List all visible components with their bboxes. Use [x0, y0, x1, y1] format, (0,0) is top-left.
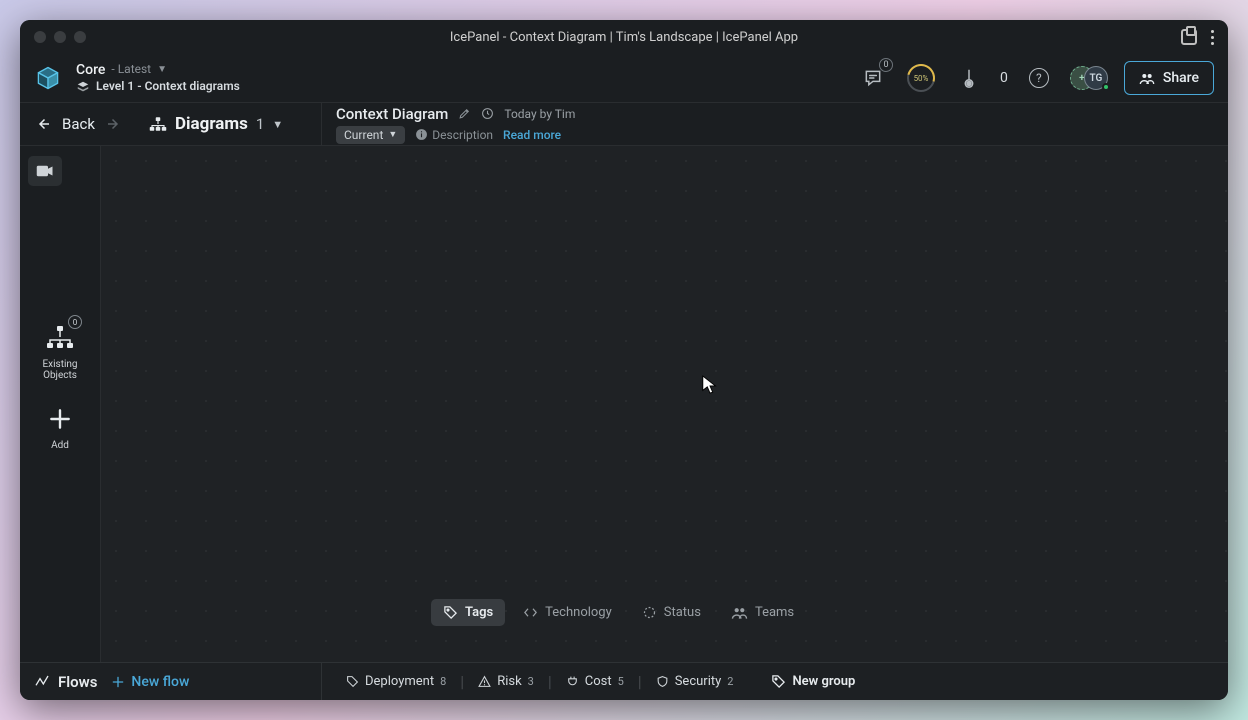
tag-label: Risk	[497, 674, 521, 689]
tag-count: 3	[528, 675, 534, 688]
share-button[interactable]: Share	[1124, 61, 1214, 95]
chevron-down-icon: ▼	[388, 129, 397, 140]
gauge-value: 50%	[909, 66, 933, 90]
diagrams-label: Diagrams	[175, 114, 248, 134]
tab-technology[interactable]: Technology	[511, 599, 624, 626]
flows-button[interactable]: Flows	[34, 673, 97, 691]
plus-icon	[47, 406, 73, 432]
tab-label: Technology	[545, 605, 612, 620]
comments-badge: 0	[879, 58, 893, 72]
tag-label: Cost	[585, 674, 612, 689]
diagrams-count: 1	[256, 115, 264, 133]
tab-teams[interactable]: Teams	[719, 599, 806, 626]
traffic-lights	[20, 31, 86, 43]
forward-button[interactable]	[105, 115, 123, 133]
tab-label: Tags	[465, 605, 493, 620]
edit-icon[interactable]	[458, 107, 471, 120]
new-flow-label: New flow	[131, 674, 189, 690]
state-dropdown[interactable]: Current ▼	[336, 126, 405, 144]
tags-icon	[443, 605, 458, 620]
tag-count: 8	[440, 675, 446, 688]
readmore-link[interactable]: Read more	[503, 128, 561, 142]
warning-icon	[478, 675, 491, 688]
tag-count: 5	[618, 675, 624, 688]
cost-icon	[566, 675, 579, 688]
layers-icon	[76, 80, 90, 94]
clock-icon	[481, 107, 494, 120]
tag-risk[interactable]: Risk 3	[468, 670, 544, 693]
teams-icon	[731, 606, 748, 620]
comments-button[interactable]: 0	[856, 61, 890, 95]
new-group-button[interactable]: New group	[761, 670, 865, 693]
new-flow-button[interactable]: New flow	[111, 674, 189, 690]
hierarchy-icon	[45, 325, 75, 351]
breadcrumb[interactable]: Core - Latest ▼ Level 1 - Context diagra…	[76, 62, 240, 94]
tab-tags[interactable]: Tags	[431, 599, 505, 626]
subheader: Back Diagrams 1 ▼ Context Diagram	[20, 102, 1228, 146]
chevron-down-icon: ▼	[272, 118, 283, 131]
add-label: Add	[32, 440, 88, 451]
diagrams-dropdown[interactable]: Diagrams 1 ▼	[149, 114, 283, 134]
tag-plus-icon	[771, 674, 786, 689]
tag-deployment[interactable]: Deployment 8	[336, 670, 456, 693]
plus-icon	[111, 675, 125, 689]
existing-objects-label: Existing Objects	[32, 359, 88, 381]
flows-icon	[34, 674, 50, 690]
footer-bar: Flows New flow Deployment 8 | Risk 3 |	[20, 662, 1228, 700]
updated-label: Today by Tim	[504, 107, 575, 121]
tag-count: 2	[727, 675, 733, 688]
help-button[interactable]: ?	[1022, 61, 1056, 95]
existing-objects-badge: 0	[68, 315, 82, 329]
chevron-down-icon: ▼	[157, 64, 167, 76]
thermometer-count: 0	[1000, 70, 1008, 86]
left-tool-rail: 0 Existing Objects Add	[20, 146, 100, 662]
tag-cost[interactable]: Cost 5	[556, 670, 634, 693]
app-header: Core - Latest ▼ Level 1 - Context diagra…	[20, 54, 1228, 102]
share-label: Share	[1163, 70, 1199, 86]
back-label: Back	[62, 115, 95, 133]
presence-dot-icon	[1102, 83, 1110, 91]
version-label: Latest	[118, 62, 151, 76]
tag-security[interactable]: Security 2	[646, 670, 744, 693]
tab-label: Status	[664, 605, 701, 620]
mouse-cursor-icon	[701, 374, 719, 396]
code-icon	[523, 605, 538, 620]
window-title: IcePanel - Context Diagram | Tim's Lands…	[20, 30, 1228, 45]
existing-objects-button[interactable]: 0 Existing Objects	[32, 321, 88, 381]
back-button[interactable]	[34, 115, 52, 133]
filter-tabs: Tags Technology Status Teams	[431, 599, 806, 626]
presence-avatars[interactable]: + TG	[1070, 65, 1110, 91]
traffic-close[interactable]	[34, 31, 46, 43]
description-chip[interactable]: Description	[415, 128, 493, 142]
sitemap-icon	[149, 116, 167, 132]
add-button[interactable]: Add	[32, 402, 88, 451]
tag-icon	[346, 675, 359, 688]
tab-label: Teams	[755, 605, 794, 620]
extensions-icon[interactable]	[1181, 29, 1197, 45]
thermometer-icon[interactable]	[952, 61, 986, 95]
window-menu-icon[interactable]	[1211, 30, 1214, 45]
info-icon	[415, 128, 428, 141]
tag-label: Security	[675, 674, 722, 689]
new-group-label: New group	[792, 674, 855, 689]
diagram-title: Context Diagram	[336, 105, 448, 123]
progress-gauge[interactable]: 50%	[904, 61, 938, 95]
window-titlebar: IcePanel - Context Diagram | Tim's Lands…	[20, 20, 1228, 54]
status-icon	[642, 605, 657, 620]
description-label: Description	[432, 128, 493, 142]
state-label: Current	[344, 128, 383, 142]
traffic-max[interactable]	[74, 31, 86, 43]
diagram-canvas[interactable]: Tags Technology Status Teams	[100, 146, 1228, 662]
app-logo-icon[interactable]	[34, 64, 62, 92]
traffic-min[interactable]	[54, 31, 66, 43]
camera-button[interactable]	[28, 156, 62, 186]
shield-icon	[656, 675, 669, 688]
level-label: Level 1 - Context diagrams	[96, 80, 240, 94]
tab-status[interactable]: Status	[630, 599, 713, 626]
tag-label: Deployment	[365, 674, 434, 689]
flows-label: Flows	[58, 673, 97, 691]
project-name: Core	[76, 62, 105, 78]
